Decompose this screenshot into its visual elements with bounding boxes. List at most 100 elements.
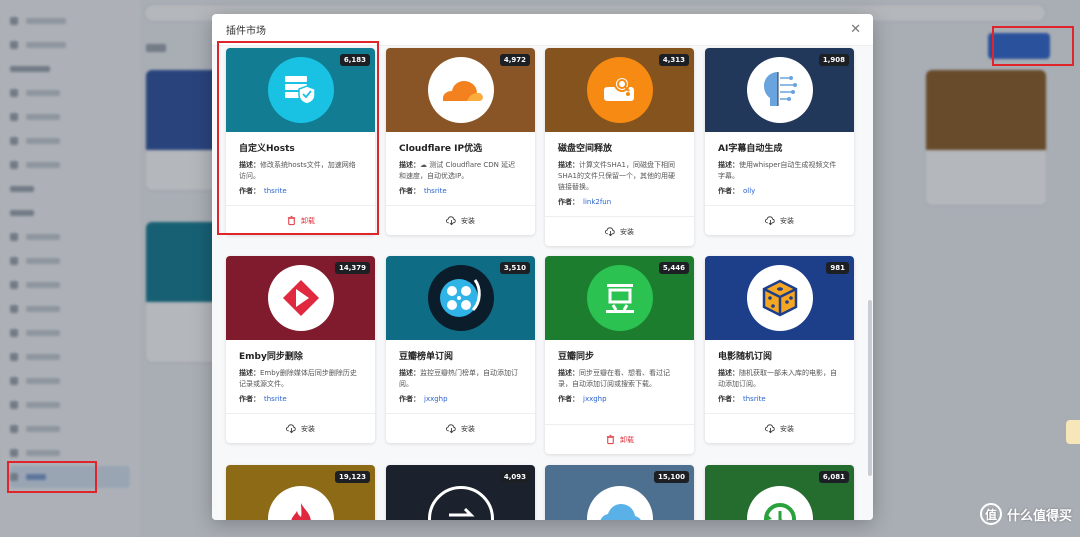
plugin-author: 作者： thsrite: [239, 394, 362, 404]
uninstall-button[interactable]: 卸载: [545, 424, 694, 454]
action-label: 安装: [780, 216, 794, 225]
cloud-download-icon: [605, 227, 615, 237]
modal-body: 6,183 自定义Hosts 描述：修改系统hosts文件，加速网络访问。 作者…: [212, 46, 873, 520]
download-count-badge: 6,183: [339, 54, 370, 66]
modal-title: 插件市场: [226, 26, 266, 37]
action-label: 卸载: [620, 435, 634, 444]
desc-label: 描述：: [558, 369, 579, 377]
plugin-info: Emby同步删除 描述：Emby删除媒体后同步删除历史记录或源文件。 作者： th…: [226, 340, 375, 408]
edge-tab[interactable]: [1066, 420, 1080, 444]
plugin-card[interactable]: 15,100: [545, 465, 694, 520]
install-button[interactable]: 安装: [386, 413, 535, 443]
trash-icon: [606, 434, 615, 445]
author-link[interactable]: thsrite: [743, 395, 766, 403]
plugin-info: 电影随机订阅 描述：随机获取一部未入库的电影，自动添加订阅。 作者： thsrit…: [705, 340, 854, 408]
author-link[interactable]: jxxghp: [583, 395, 607, 403]
plugin-cover[interactable]: 4,093: [386, 465, 535, 520]
cloud-download-icon: [765, 216, 775, 226]
plugin-title: 豆瓣同步: [558, 352, 595, 362]
plugin-description: 描述：监控豆瓣热门榜单，自动添加订阅。: [399, 368, 522, 390]
plugin-card[interactable]: 6,081: [705, 465, 854, 520]
plugin-cover[interactable]: 981: [705, 256, 854, 340]
plugin-author: 作者： thsrite: [239, 186, 362, 196]
trash-icon: [287, 215, 296, 226]
desc-label: 描述：: [399, 369, 420, 377]
close-icon[interactable]: ✕: [850, 22, 861, 37]
plugin-title: 自定义Hosts: [239, 144, 295, 154]
plugin-cover[interactable]: 15,100: [545, 465, 694, 520]
plugin-card[interactable]: 4,972 Cloudflare IP优选 描述：☁ 测试 Cloudflare…: [386, 48, 535, 235]
desc-label: 描述：: [239, 161, 260, 169]
plugin-description: 描述：计算文件SHA1，同磁盘下相同SHA1的文件只保留一个，其他的用硬链接替换…: [558, 160, 681, 193]
author-label: 作者：: [399, 395, 420, 403]
plugin-cover[interactable]: 1,908: [705, 48, 854, 132]
plugin-cover[interactable]: 4,972: [386, 48, 535, 132]
install-button[interactable]: 安装: [386, 205, 535, 235]
modal-header: 插件市场 ✕: [212, 14, 873, 46]
plugin-cover[interactable]: 3,510: [386, 256, 535, 340]
install-button[interactable]: 安装: [545, 216, 694, 246]
film-reel-icon: [427, 265, 494, 331]
download-count-badge: 4,972: [499, 54, 530, 66]
download-count-badge: 19,123: [334, 471, 370, 483]
author-label: 作者：: [239, 395, 260, 403]
author-label: 作者：: [718, 395, 739, 403]
plugin-cover[interactable]: 6,081: [705, 465, 854, 520]
install-button[interactable]: 安装: [705, 413, 854, 443]
plugin-card[interactable]: 3,510 豆瓣榜单订阅 描述：监控豆瓣热门榜单，自动添加订阅。 作者： jxxg…: [386, 256, 535, 443]
download-count-badge: 3,510: [499, 262, 530, 274]
plugin-author: 作者： thsrite: [399, 186, 522, 196]
emby-play-icon: [267, 265, 334, 331]
watermark-text: 什么值得买: [1006, 508, 1072, 524]
desc-label: 描述：: [718, 161, 739, 169]
plugin-author: 作者： link2fun: [558, 197, 681, 207]
plugin-cover[interactable]: 5,446: [545, 256, 694, 340]
cloud-icon: [586, 465, 653, 520]
plugin-card[interactable]: 4,313 磁盘空间释放 描述：计算文件SHA1，同磁盘下相同SHA1的文件只保…: [545, 48, 694, 246]
author-label: 作者：: [239, 187, 260, 195]
author-link[interactable]: thsrite: [264, 187, 287, 195]
plugin-card[interactable]: 981 电影随机订阅 描述：随机获取一部未入库的电影，自动添加订阅。 作者： th…: [705, 256, 854, 443]
plugin-info: Cloudflare IP优选 描述：☁ 测试 Cloudflare CDN 延…: [386, 132, 535, 200]
author-link[interactable]: thsrite: [264, 395, 287, 403]
plugin-title: 电影随机订阅: [718, 352, 773, 362]
plugin-description: 描述：☁ 测试 Cloudflare CDN 延迟和速度，自动优选IP。: [399, 160, 522, 182]
plugin-description: 描述：同步豆瓣在看、想看、看过记录，自动添加订阅或搜索下载。: [558, 368, 681, 390]
cloud-download-icon: [446, 424, 456, 434]
desc-label: 描述：: [239, 369, 260, 377]
plugin-info: 豆瓣榜单订阅 描述：监控豆瓣热门榜单，自动添加订阅。 作者： jxxghp: [386, 340, 535, 408]
download-count-badge: 981: [826, 262, 849, 274]
plugin-title: Cloudflare IP优选: [399, 144, 483, 154]
download-count-badge: 6,081: [818, 471, 849, 483]
download-count-badge: 14,379: [334, 262, 370, 274]
author-link[interactable]: link2fun: [583, 198, 611, 206]
author-label: 作者：: [558, 395, 579, 403]
plugin-cover[interactable]: 4,313: [545, 48, 694, 132]
download-count-badge: 4,093: [499, 471, 530, 483]
install-button[interactable]: 安装: [705, 205, 854, 235]
author-link[interactable]: olly: [743, 187, 755, 195]
author-label: 作者：: [399, 187, 420, 195]
plugin-card[interactable]: 14,379 Emby同步删除 描述：Emby删除媒体后同步删除历史记录或源文件…: [226, 256, 375, 443]
author-link[interactable]: jxxghp: [424, 395, 448, 403]
cloudflare-icon: [427, 57, 494, 123]
author-label: 作者：: [718, 187, 739, 195]
plugin-card[interactable]: 1,908 AI字幕自动生成 描述：使用whisper自动生成视频文件字幕。 作…: [705, 48, 854, 235]
uninstall-button[interactable]: 卸载: [226, 205, 375, 235]
plugin-card[interactable]: 6,183 自定义Hosts 描述：修改系统hosts文件，加速网络访问。 作者…: [226, 48, 375, 235]
author-link[interactable]: thsrite: [424, 187, 447, 195]
desc-label: 描述：: [399, 161, 420, 169]
plugin-cover[interactable]: 14,379: [226, 256, 375, 340]
ai-brain-icon: [746, 57, 813, 123]
plugin-card[interactable]: 5,446 豆瓣同步 描述：同步豆瓣在看、想看、看过记录，自动添加订阅或搜索下载…: [545, 256, 694, 454]
plugin-cover[interactable]: 19,123: [226, 465, 375, 520]
refresh-clock-icon: [746, 465, 813, 520]
plugin-card[interactable]: 4,093: [386, 465, 535, 520]
desc-label: 描述：: [558, 161, 579, 169]
plugin-cover[interactable]: 6,183: [226, 48, 375, 132]
plugin-title: Emby同步删除: [239, 352, 303, 362]
install-button[interactable]: 安装: [226, 413, 375, 443]
plugin-description: 描述：修改系统hosts文件，加速网络访问。: [239, 160, 362, 182]
plugin-card[interactable]: 19,123: [226, 465, 375, 520]
scrollbar[interactable]: [868, 300, 872, 476]
